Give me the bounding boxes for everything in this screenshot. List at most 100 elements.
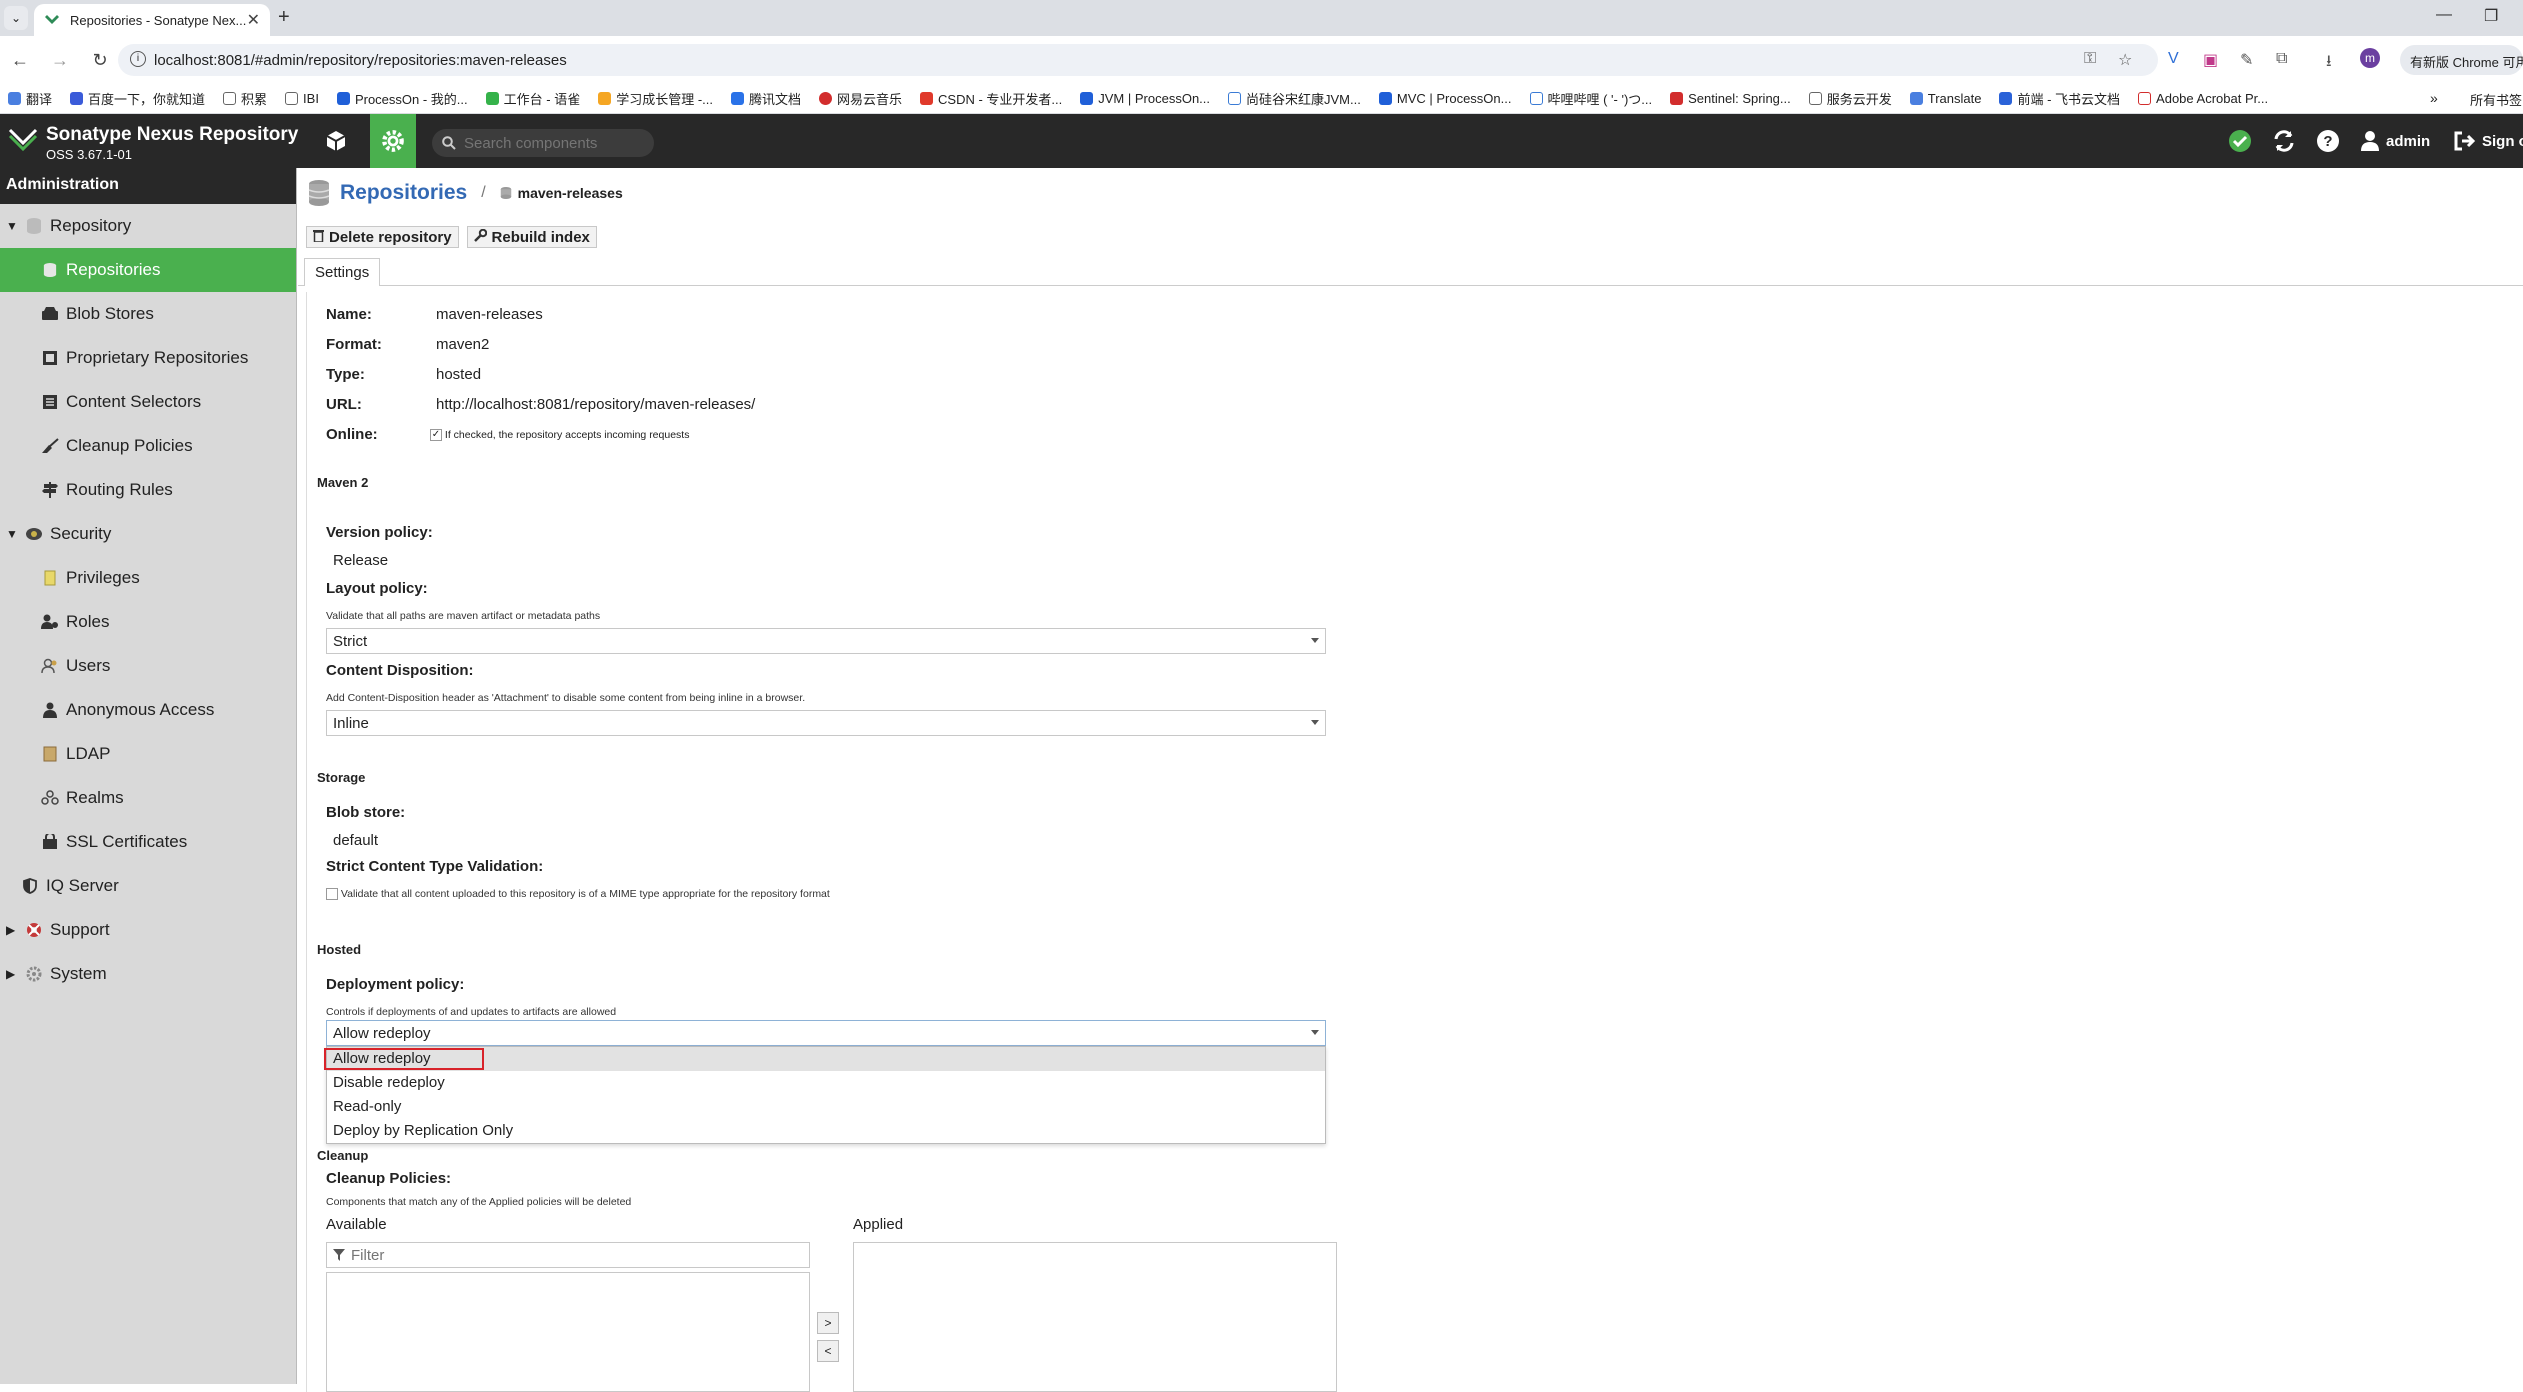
cleanup-policies-label: Cleanup Policies: xyxy=(326,1170,452,1187)
sidebar-item-realms[interactable]: Realms xyxy=(0,776,296,820)
bookmark-star-icon[interactable]: ☆ xyxy=(2118,50,2132,70)
bookmark-folder[interactable]: IBI xyxy=(285,91,319,106)
user-menu[interactable]: admin xyxy=(2360,114,2430,168)
rebuild-index-button[interactable]: Rebuild index xyxy=(466,226,597,248)
browse-mode-button[interactable] xyxy=(316,113,356,168)
bookmark-item[interactable]: 学习成长管理 -... xyxy=(598,89,713,108)
bookmark-item[interactable]: 腾讯文档 xyxy=(731,89,801,108)
search-input[interactable] xyxy=(464,134,644,152)
sidebar-item-cleanup-policies[interactable]: Cleanup Policies xyxy=(0,424,296,468)
extension-translate-icon[interactable]: ▣ xyxy=(2203,50,2218,70)
delete-repository-button[interactable]: Delete repository xyxy=(306,226,459,248)
option-allow-redeploy[interactable]: Allow redeploy xyxy=(324,1047,1325,1071)
bookmark-folder[interactable]: 服务云开发 xyxy=(1808,89,1892,108)
bookmark-item[interactable]: 百度一下，你就知道 xyxy=(70,89,205,108)
sidebar-item-content-selectors[interactable]: Content Selectors xyxy=(0,380,296,424)
available-filter[interactable] xyxy=(326,1242,810,1268)
online-checkbox[interactable]: ✓ xyxy=(430,429,442,442)
all-bookmarks-folder[interactable]: 所有书签 xyxy=(2470,90,2522,109)
sidebar-item-anonymous-access[interactable]: Anonymous Access xyxy=(0,688,296,732)
chevron-down-icon[interactable] xyxy=(1311,638,1319,643)
bookmark-item[interactable]: ProcessOn - 我的... xyxy=(336,89,468,108)
chevron-down-icon[interactable] xyxy=(1311,720,1319,725)
sidebar-item-ldap[interactable]: LDAP xyxy=(0,732,296,776)
bookmark-item[interactable]: Translate xyxy=(1909,91,1981,106)
option-deploy-by-replication[interactable]: Deploy by Replication Only xyxy=(327,1119,1325,1143)
reload-icon[interactable]: ↻ xyxy=(80,50,120,71)
address-bar[interactable]: i localhost:8081/#admin/repository/repos… xyxy=(118,44,2158,76)
bookmark-folder[interactable]: 积累 xyxy=(223,89,267,108)
available-policies-list[interactable] xyxy=(326,1272,810,1392)
refresh-icon[interactable] xyxy=(2272,114,2296,168)
move-left-button[interactable]: < xyxy=(817,1340,839,1362)
sidebar-item-iq-server[interactable]: IQ Server xyxy=(0,864,296,908)
restore-icon[interactable]: ❐ xyxy=(2484,6,2498,26)
admin-mode-button[interactable] xyxy=(370,114,416,168)
extensions-puzzle-icon[interactable]: ⧉ xyxy=(2276,50,2287,68)
bookmark-item[interactable]: 翻译 xyxy=(8,89,52,108)
sidebar-item-roles[interactable]: Roles xyxy=(0,600,296,644)
minimize-icon[interactable]: — xyxy=(2436,6,2452,24)
bookmark-item[interactable]: 工作台 - 语雀 xyxy=(485,89,580,108)
type-label: Type: xyxy=(326,366,365,383)
applied-policies-list[interactable] xyxy=(853,1242,1337,1392)
url-value[interactable]: http://localhost:8081/repository/maven-r… xyxy=(436,396,755,413)
option-disable-redeploy[interactable]: Disable redeploy xyxy=(327,1071,1325,1095)
expanded-arrow-icon[interactable]: ▼ xyxy=(6,527,18,541)
collapsed-arrow-icon[interactable]: ▶ xyxy=(6,967,15,981)
password-key-icon[interactable]: ⚿ xyxy=(2084,50,2096,68)
bookmark-item[interactable]: Adobe Acrobat Pr... xyxy=(2138,91,2268,106)
sidebar-item-ssl-certificates[interactable]: SSL Certificates xyxy=(0,820,296,864)
help-icon[interactable]: ? xyxy=(2316,114,2340,168)
sidebar-item-repository[interactable]: ▼ Repository xyxy=(0,204,296,248)
bookmark-item[interactable]: MVC | ProcessOn... xyxy=(1378,91,1512,106)
sidebar-item-proprietary-repositories[interactable]: Proprietary Repositories xyxy=(0,336,296,380)
downloads-icon[interactable]: ⭳ xyxy=(2326,50,2332,77)
browser-tab-active[interactable]: Repositories - Sonatype Nex... ✕ xyxy=(34,4,270,36)
strict-validation-row: Validate that all content uploaded to th… xyxy=(326,888,830,901)
sidebar-item-privileges[interactable]: Privileges xyxy=(0,556,296,600)
sidebar-item-security[interactable]: ▼ Security xyxy=(0,512,296,556)
sidebar-item-system[interactable]: ▶ System xyxy=(0,952,296,996)
address-url[interactable]: localhost:8081/#admin/repository/reposit… xyxy=(154,52,567,69)
sidebar-item-routing-rules[interactable]: Routing Rules xyxy=(0,468,296,512)
tab-settings[interactable]: Settings xyxy=(304,258,381,286)
option-read-only[interactable]: Read-only xyxy=(327,1095,1325,1119)
back-icon[interactable]: ← xyxy=(0,50,40,71)
move-right-button[interactable]: > xyxy=(817,1312,839,1334)
status-ok-icon[interactable] xyxy=(2228,114,2252,168)
component-search[interactable] xyxy=(432,129,654,157)
bookmark-item[interactable]: CSDN - 专业开发者... xyxy=(920,89,1062,108)
extension-pen-icon[interactable]: ✎ xyxy=(2240,50,2253,70)
sidebar-item-blob-stores[interactable]: Blob Stores xyxy=(0,292,296,336)
site-info-icon[interactable]: i xyxy=(130,51,146,67)
sidebar-item-repositories[interactable]: Repositories xyxy=(0,248,296,292)
bookmark-item[interactable]: 尚硅谷宋红康JVM... xyxy=(1228,89,1361,108)
extension-v-icon[interactable]: V xyxy=(2168,50,2179,68)
deployment-policy-select[interactable]: Allow redeploy xyxy=(326,1020,1326,1046)
content-disposition-select[interactable]: Inline xyxy=(326,710,1326,736)
chrome-update-button[interactable]: 有新版 Chrome 可用 xyxy=(2400,45,2523,75)
bookmark-item[interactable]: 网易云音乐 xyxy=(819,89,902,108)
layout-policy-select[interactable]: Strict xyxy=(326,628,1326,654)
filter-input[interactable] xyxy=(351,1246,550,1264)
bookmark-item[interactable]: JVM | ProcessOn... xyxy=(1080,91,1210,106)
tab-search-button[interactable]: ⌄ xyxy=(4,6,28,30)
new-tab-button[interactable]: + xyxy=(278,6,290,29)
profile-avatar-icon[interactable]: m xyxy=(2360,48,2380,68)
bookmarks-overflow-icon[interactable]: » xyxy=(2430,90,2438,106)
bookmark-item[interactable]: 哔哩哔哩 ( '- ')つ... xyxy=(1529,89,1652,108)
chevron-down-icon[interactable] xyxy=(1311,1030,1319,1035)
signout-button[interactable]: Sign out xyxy=(2454,114,2523,168)
expanded-arrow-icon[interactable]: ▼ xyxy=(6,219,18,233)
breadcrumb-repositories-link[interactable]: Repositories xyxy=(340,181,467,205)
collapsed-arrow-icon[interactable]: ▶ xyxy=(6,923,15,937)
sidebar-item-support[interactable]: ▶ Support xyxy=(0,908,296,952)
sidebar-item-users[interactable]: Users xyxy=(0,644,296,688)
user-name[interactable]: admin xyxy=(2386,133,2430,150)
bookmark-item[interactable]: 前端 - 飞书云文档 xyxy=(1999,89,2120,108)
tab-close-icon[interactable]: ✕ xyxy=(247,10,260,30)
bookmark-item[interactable]: Sentinel: Spring... xyxy=(1670,91,1791,106)
forward-icon[interactable]: → xyxy=(40,50,80,71)
strict-validation-checkbox[interactable] xyxy=(326,888,338,901)
